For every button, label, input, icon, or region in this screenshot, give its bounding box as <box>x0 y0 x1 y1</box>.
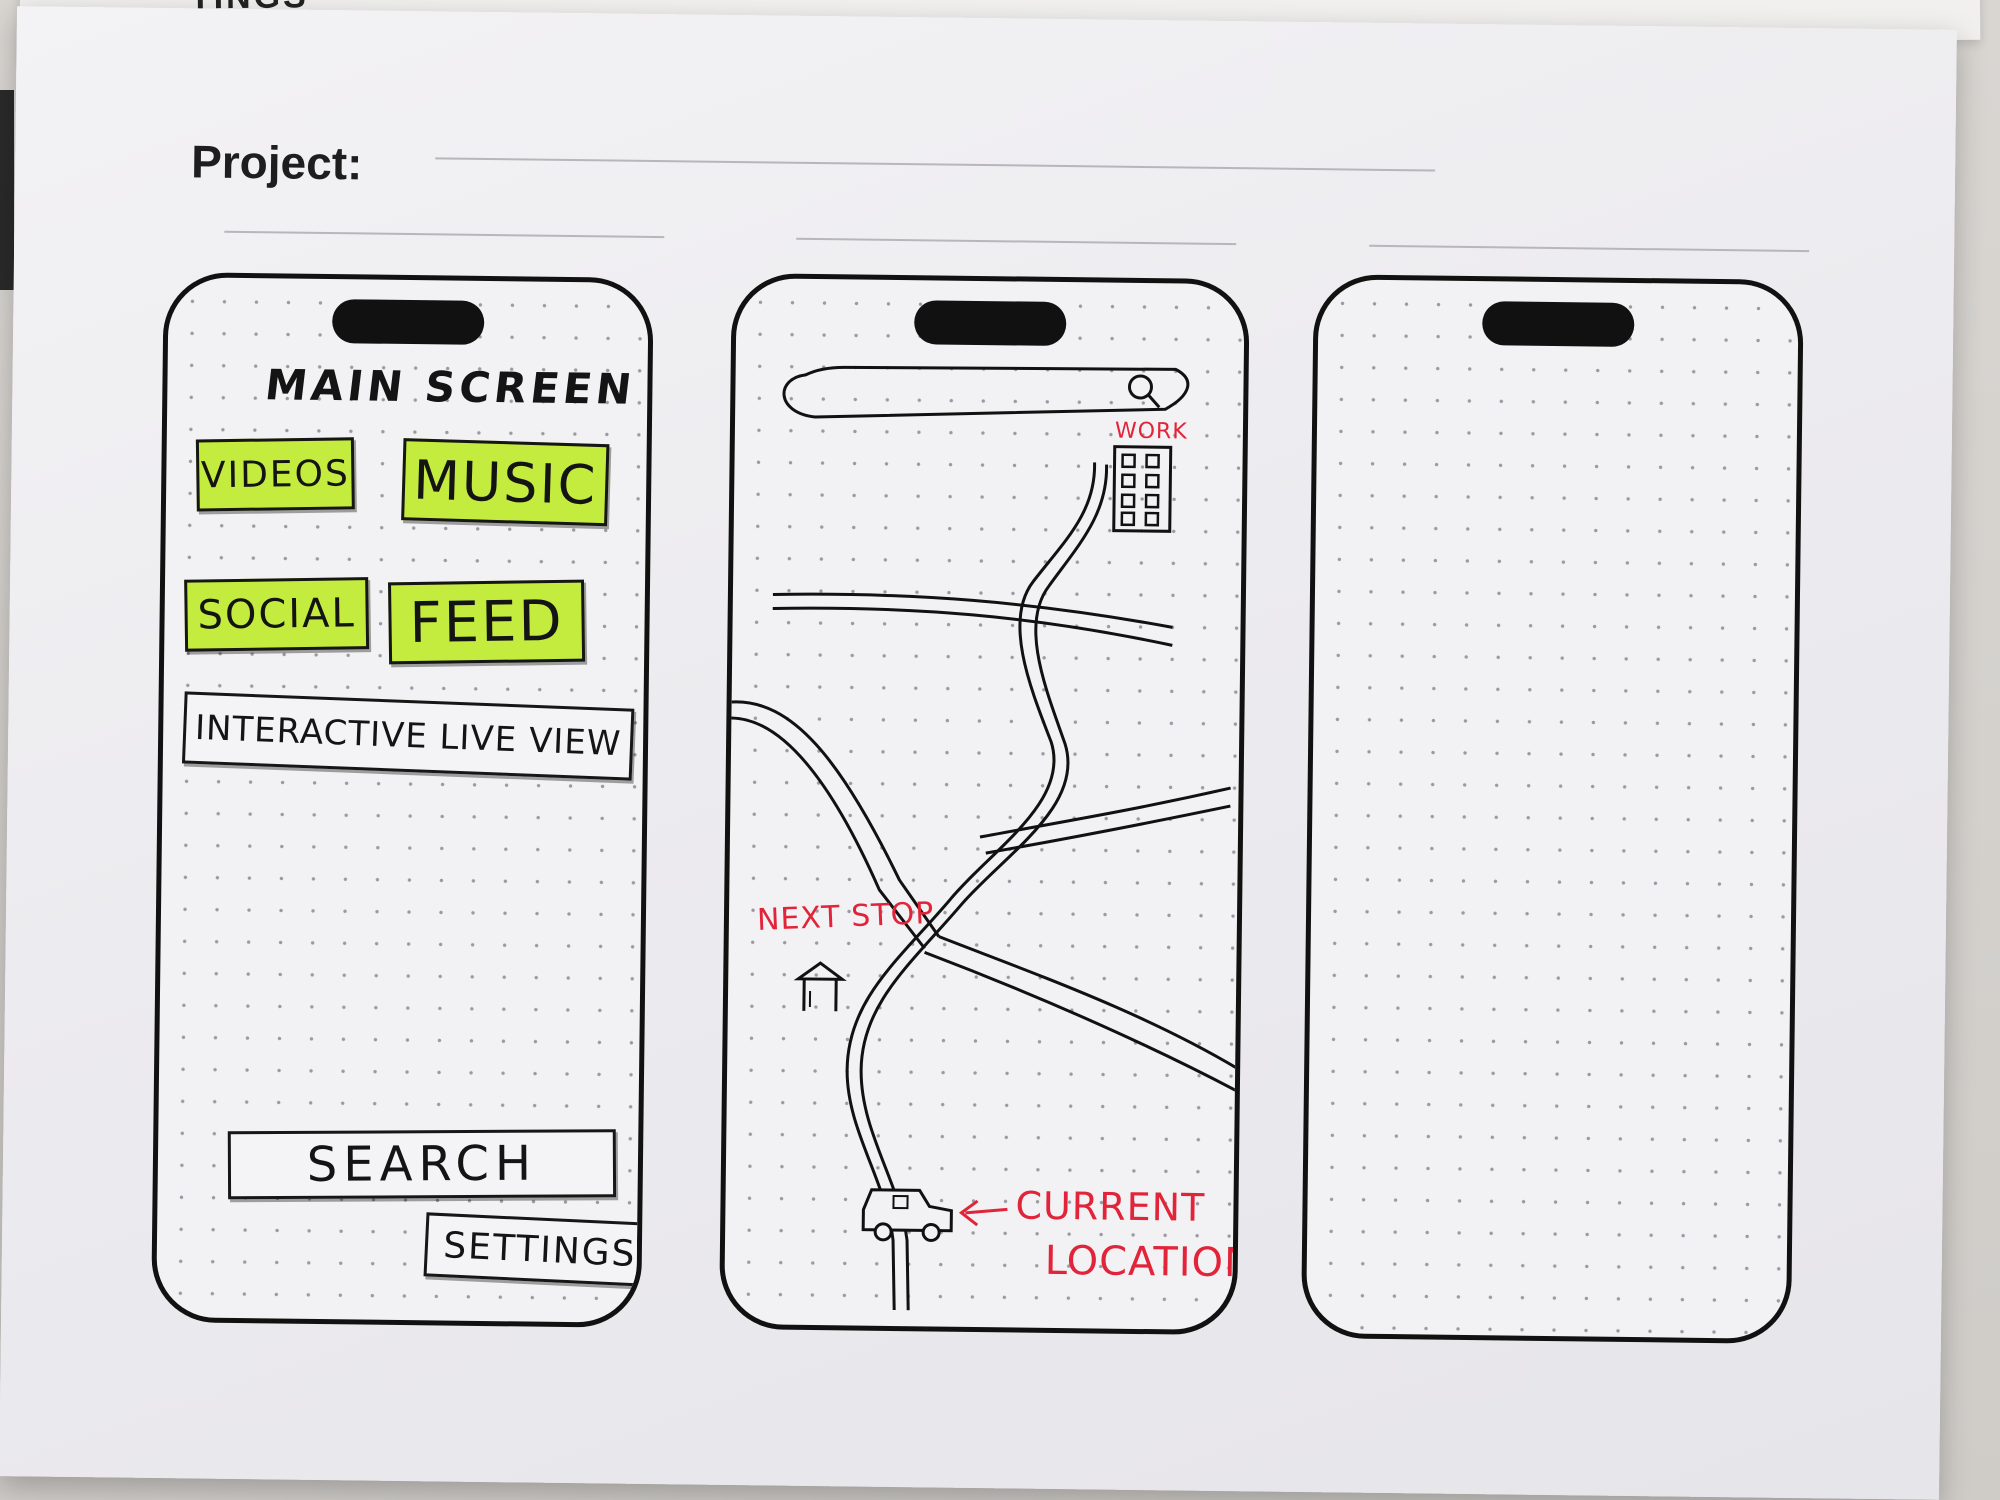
wireframe-sheet: Project: MAIN SCREEN VIDEOS MUSIC SOCIAL… <box>0 6 1957 1500</box>
search-button[interactable]: SEARCH <box>227 1129 617 1200</box>
screen-title-line-2 <box>796 237 1237 246</box>
bus-stop-icon <box>793 961 847 1012</box>
phone-frame-empty <box>1300 274 1804 1344</box>
phone-frame-map: WORK NEXT STOP CURRENT LOCATION <box>718 272 1250 1336</box>
phone-notch <box>331 299 485 345</box>
work-label: WORK <box>1114 418 1188 445</box>
next-stop-label: NEXT STOP <box>756 895 935 938</box>
road-horizontal-top <box>772 592 1173 629</box>
screen-title-line-3 <box>1369 244 1810 253</box>
map-search-bar <box>782 365 1190 419</box>
background-object <box>0 90 14 290</box>
road-right-lower <box>938 935 1245 1076</box>
photo-scene: TINGS Project: MAIN SCREEN VIDEOS MUSIC … <box>0 0 2000 1500</box>
current-location-label-line2: LOCATION <box>1044 1237 1250 1287</box>
social-button[interactable]: SOCIAL <box>184 577 370 652</box>
road-right-lower-2 <box>924 950 1245 1098</box>
building-icon <box>1112 445 1173 533</box>
project-label: Project: <box>190 135 363 190</box>
feed-button[interactable]: FEED <box>388 579 586 665</box>
road-horizontal-top-2 <box>772 606 1173 647</box>
screen-title: MAIN SCREEN <box>262 360 638 414</box>
project-name-line <box>435 157 1436 172</box>
phone-frame-main-screen: MAIN SCREEN VIDEOS MUSIC SOCIAL FEED INT… <box>150 272 654 1328</box>
current-location-label-line1: CURRENT <box>1015 1183 1206 1230</box>
arrow-left-icon <box>958 1199 1008 1227</box>
music-button[interactable]: MUSIC <box>401 438 610 527</box>
screen-title-line-1 <box>224 230 665 239</box>
videos-button[interactable]: VIDEOS <box>195 437 355 512</box>
phone-notch <box>1482 301 1635 347</box>
interactive-live-view-button[interactable]: INTERACTIVE LIVE VIEW <box>181 691 635 781</box>
settings-button[interactable]: SETTINGS <box>423 1212 654 1288</box>
magnifier-icon <box>1127 374 1161 409</box>
